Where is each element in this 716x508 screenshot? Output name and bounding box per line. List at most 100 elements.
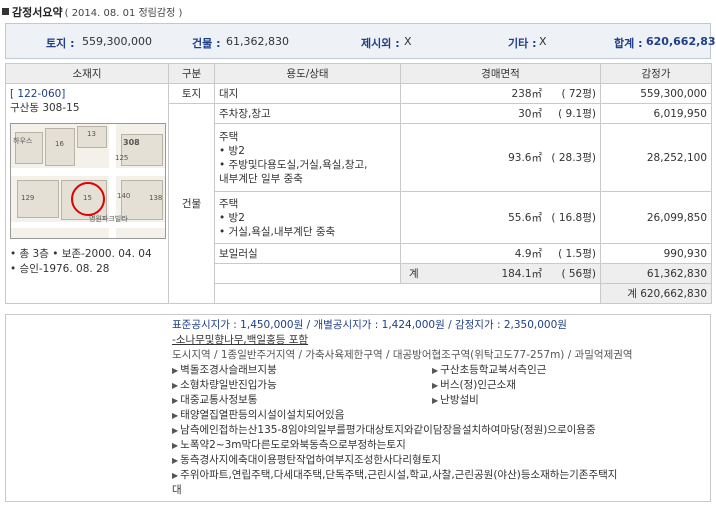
triangle-bullet-icon: ▶ — [172, 411, 179, 420]
pyeong-value: ( 1.5평) — [558, 248, 596, 260]
zoning-line: 도시지역 / 1종일반주거지역 / 가축사육제한구역 / 대공방어협조구역(위탁… — [172, 349, 633, 361]
use-cell: 주택 • 방2 • 주방및다용도실,거실,욕실,창고, 내부계단 일부 중축 — [214, 123, 401, 192]
note-pair: ▶ 벽돌조경사슬래브지붕 ▶ 구산초등학교북서측인근 — [172, 363, 706, 378]
area-cell: 238㎡ ( 72평) — [400, 83, 601, 104]
area-cell: 30㎡ ( 9.1평) — [400, 103, 601, 124]
note-pair: ▶ 소형차량일반진입가능 ▶ 버스(정)인근소재 — [172, 378, 706, 393]
grand-total: 계 620,662,830 — [600, 283, 712, 304]
use-cell: 보일러실 — [214, 243, 401, 264]
total-label: 합계 : — [614, 37, 643, 50]
col-header-category: 구분 — [168, 63, 215, 84]
building-info-line: • 총 3층 • 보존-2000. 04. 04 — [10, 248, 152, 260]
map-label: 125 — [115, 154, 129, 162]
map-label: 138 — [149, 194, 163, 202]
note-pair: ▶ 대중교통사정보통 ▶ 난방설비 — [172, 393, 706, 408]
square-bullet-icon — [2, 8, 9, 15]
pyeong-value: ( 9.1평) — [558, 108, 596, 120]
summary-bar: 토지 : 559,300,000 건물 : 61,362,830 제시외 : X… — [5, 23, 716, 59]
other-value: X — [539, 35, 547, 48]
use-cell: 주차장,창고 — [214, 103, 401, 124]
price-cell: 559,300,000 — [600, 83, 712, 104]
map-label: 140 — [117, 192, 131, 200]
area-value: 238㎡ — [511, 88, 542, 100]
map-label: 129 — [21, 194, 35, 202]
subtotal-area: 184.1㎡ — [501, 268, 542, 280]
location-cell: [ 122-060] 구산동 308-15 하우스 13 16 308 125 … — [5, 83, 169, 304]
note-row: ▶ 태양열집열판등의시설이설치되어있음 — [172, 408, 706, 423]
note-item: 난방설비 — [440, 394, 479, 406]
subtotal-pyeong: ( 56평) — [561, 268, 596, 280]
triangle-bullet-icon: ▶ — [172, 426, 179, 435]
use-cell: 주택 • 방2 • 거실,욕실,내부계단 중축 — [214, 191, 401, 244]
triangle-bullet-icon: ▶ — [172, 471, 179, 480]
appraisal-table: 소재지 구분 용도/상태 경매면적 감정가 [ 122-060] 구산동 308… — [5, 63, 712, 304]
price-cell: 6,019,950 — [600, 103, 712, 124]
triangle-bullet-icon: ▶ — [432, 381, 439, 390]
use-line: • 방2 — [219, 211, 245, 224]
area-value: 30㎡ — [518, 108, 542, 120]
category-building: 건물 — [168, 103, 215, 304]
note-item: 태양열집열판등의시설이설치되어있음 — [180, 409, 345, 421]
note-item: 동측경사지에축대이용평탄작업하여부지조성한사다리형토지 — [180, 454, 441, 466]
total-value: 620,662,830 — [646, 35, 716, 48]
area-value: 55.6㎡ — [508, 212, 542, 224]
table-header-row: 소재지 구분 용도/상태 경매면적 감정가 — [5, 63, 712, 84]
building-info-line: • 승인-1976. 08. 28 — [10, 263, 110, 275]
note-item: 대 — [172, 484, 182, 496]
excluded-value: X — [404, 35, 412, 48]
use-line: 주택 — [219, 197, 239, 210]
col-header-use: 용도/상태 — [214, 63, 401, 84]
land-label: 토지 : — [46, 37, 75, 50]
area-value: 4.9㎡ — [514, 248, 542, 260]
map-label: 명원파크빌라 — [89, 215, 128, 223]
note-row: ▶ 노폭약2~3m막다른도로와북동측으로부정하는토지 — [172, 438, 706, 453]
building-label: 건물 : — [192, 37, 221, 50]
col-header-area: 경매면적 — [400, 63, 601, 84]
map-label: 308 — [123, 138, 140, 147]
triangle-bullet-icon: ▶ — [172, 396, 179, 405]
other-label: 기타 : — [508, 37, 537, 50]
triangle-bullet-icon: ▶ — [172, 441, 179, 450]
location-map: 하우스 13 16 308 125 15 129 140 138 명원파크빌라 — [10, 123, 166, 239]
building-info: • 총 3층 • 보존-2000. 04. 04 • 승인-1976. 08. … — [10, 247, 164, 277]
area-cell: 55.6㎡ ( 16.8평) — [400, 191, 601, 244]
property-marker-icon — [71, 182, 105, 216]
pyeong-value: ( 16.8평) — [551, 212, 596, 224]
note-item: 대중교통사정보통 — [180, 394, 258, 406]
grand-total-blank — [214, 283, 601, 304]
note-row: 대 — [172, 483, 706, 498]
pyeong-value: ( 28.3평) — [551, 152, 596, 164]
note-item: 남측에인접하는산135-8임야의일부를평가대상토지와같이담장을설치하여마당(정원… — [180, 424, 596, 436]
col-header-price: 감정가 — [600, 63, 712, 84]
note-item: 구산초등학교북서측인근 — [440, 364, 547, 376]
postal-code: [ 122-060] — [10, 88, 66, 100]
area-value: 93.6㎡ — [508, 152, 542, 164]
section-title: 감정서요약 — [12, 6, 63, 19]
triangle-bullet-icon: ▶ — [172, 456, 179, 465]
pyeong-value: ( 72평) — [561, 88, 596, 100]
note-row: ▶ 주위아파트,연립주택,다세대주택,단독주택,근린시설,학교,사찰,근린공원(야… — [172, 468, 706, 483]
note-item: 노폭약2~3m막다른도로와북동측으로부정하는토지 — [180, 439, 406, 451]
use-line: 주택 — [219, 130, 239, 143]
note-item: 벽돌조경사슬래브지붕 — [180, 364, 277, 376]
table-row: [ 122-060] 구산동 308-15 하우스 13 16 308 125 … — [5, 83, 712, 304]
note-row: ▶ 동측경사지에축대이용평탄작업하여부지조성한사다리형토지 — [172, 453, 706, 468]
map-label: 13 — [87, 130, 96, 138]
appraisal-notes: 표준공시지가 : 1,450,000원 / 개별공시지가 : 1,424,000… — [5, 314, 711, 502]
map-label: 16 — [55, 140, 64, 148]
official-price-line: 표준공시지가 : 1,450,000원 / 개별공시지가 : 1,424,000… — [172, 319, 567, 331]
area-cell: 93.6㎡ ( 28.3평) — [400, 123, 601, 192]
subtotal-area-cell: 계 184.1㎡ ( 56평) — [400, 263, 601, 284]
subtotal-price: 61,362,830 — [600, 263, 712, 284]
price-cell: 28,252,100 — [600, 123, 712, 192]
note-row: ▶ 남측에인접하는산135-8임야의일부를평가대상토지와같이담장을설치하여마당(정… — [172, 423, 706, 438]
use-line: • 주방및다용도실,거실,욕실,창고, — [219, 158, 368, 171]
use-cell: 대지 — [214, 83, 401, 104]
building-value: 61,362,830 — [226, 35, 289, 48]
subtotal-label: 계 — [409, 268, 419, 280]
use-line: • 방2 — [219, 144, 245, 157]
price-cell: 990,930 — [600, 243, 712, 264]
map-label: 하우스 — [13, 137, 33, 145]
triangle-bullet-icon: ▶ — [432, 396, 439, 405]
price-cell: 26,099,850 — [600, 191, 712, 244]
